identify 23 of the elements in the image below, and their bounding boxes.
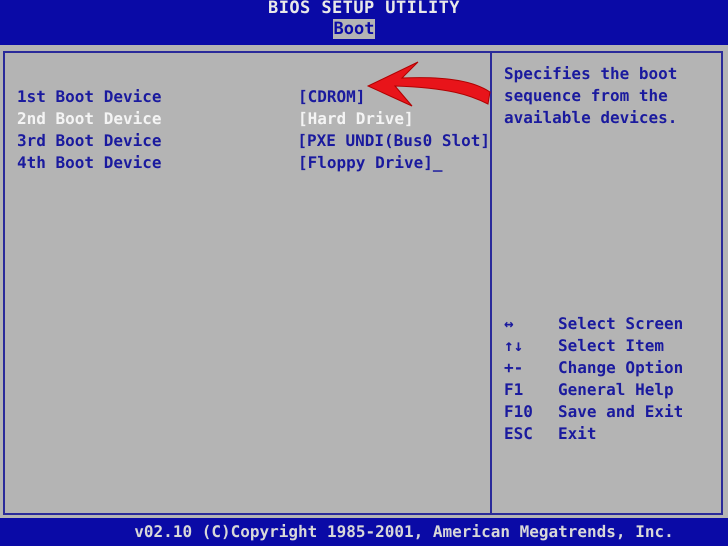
key-name: ESC xyxy=(504,423,534,445)
key-action: Change Option xyxy=(558,357,684,379)
key-name: F1 xyxy=(504,379,524,401)
setting-value[interactable]: [PXE UNDI(Bus0 Slot] xyxy=(297,128,490,152)
key-name: +- xyxy=(504,357,524,379)
key-action: Exit xyxy=(558,423,597,445)
help-text: Specifies the boot sequence from the available devices. xyxy=(504,63,678,129)
key-name: F10 xyxy=(504,401,534,423)
key-name: ↔ xyxy=(504,313,515,335)
key-action: Select Item xyxy=(558,335,664,357)
key-action: Save and Exit xyxy=(558,401,684,423)
setting-value[interactable]: [CDROM] xyxy=(298,84,366,108)
key-name: ↑↓ xyxy=(504,335,524,357)
setting-value[interactable]: [Floppy Drive] xyxy=(298,150,433,174)
setting-label[interactable]: 4th Boot Device xyxy=(17,150,298,174)
window-title: BIOS SETUP UTILITY xyxy=(268,0,460,16)
text-cursor: _ xyxy=(432,152,442,174)
key-action: General Help xyxy=(558,379,674,401)
setting-label[interactable]: 1st Boot Device xyxy=(17,84,298,108)
copyright-text: v02.10 (C)Copyright 1985-2001, American Megatrends, Inc. xyxy=(134,521,674,543)
setting-label[interactable]: 3rd Boot Device xyxy=(17,128,298,152)
key-action: Select Screen xyxy=(558,313,684,335)
menu-tab[interactable]: Boot xyxy=(332,19,376,39)
